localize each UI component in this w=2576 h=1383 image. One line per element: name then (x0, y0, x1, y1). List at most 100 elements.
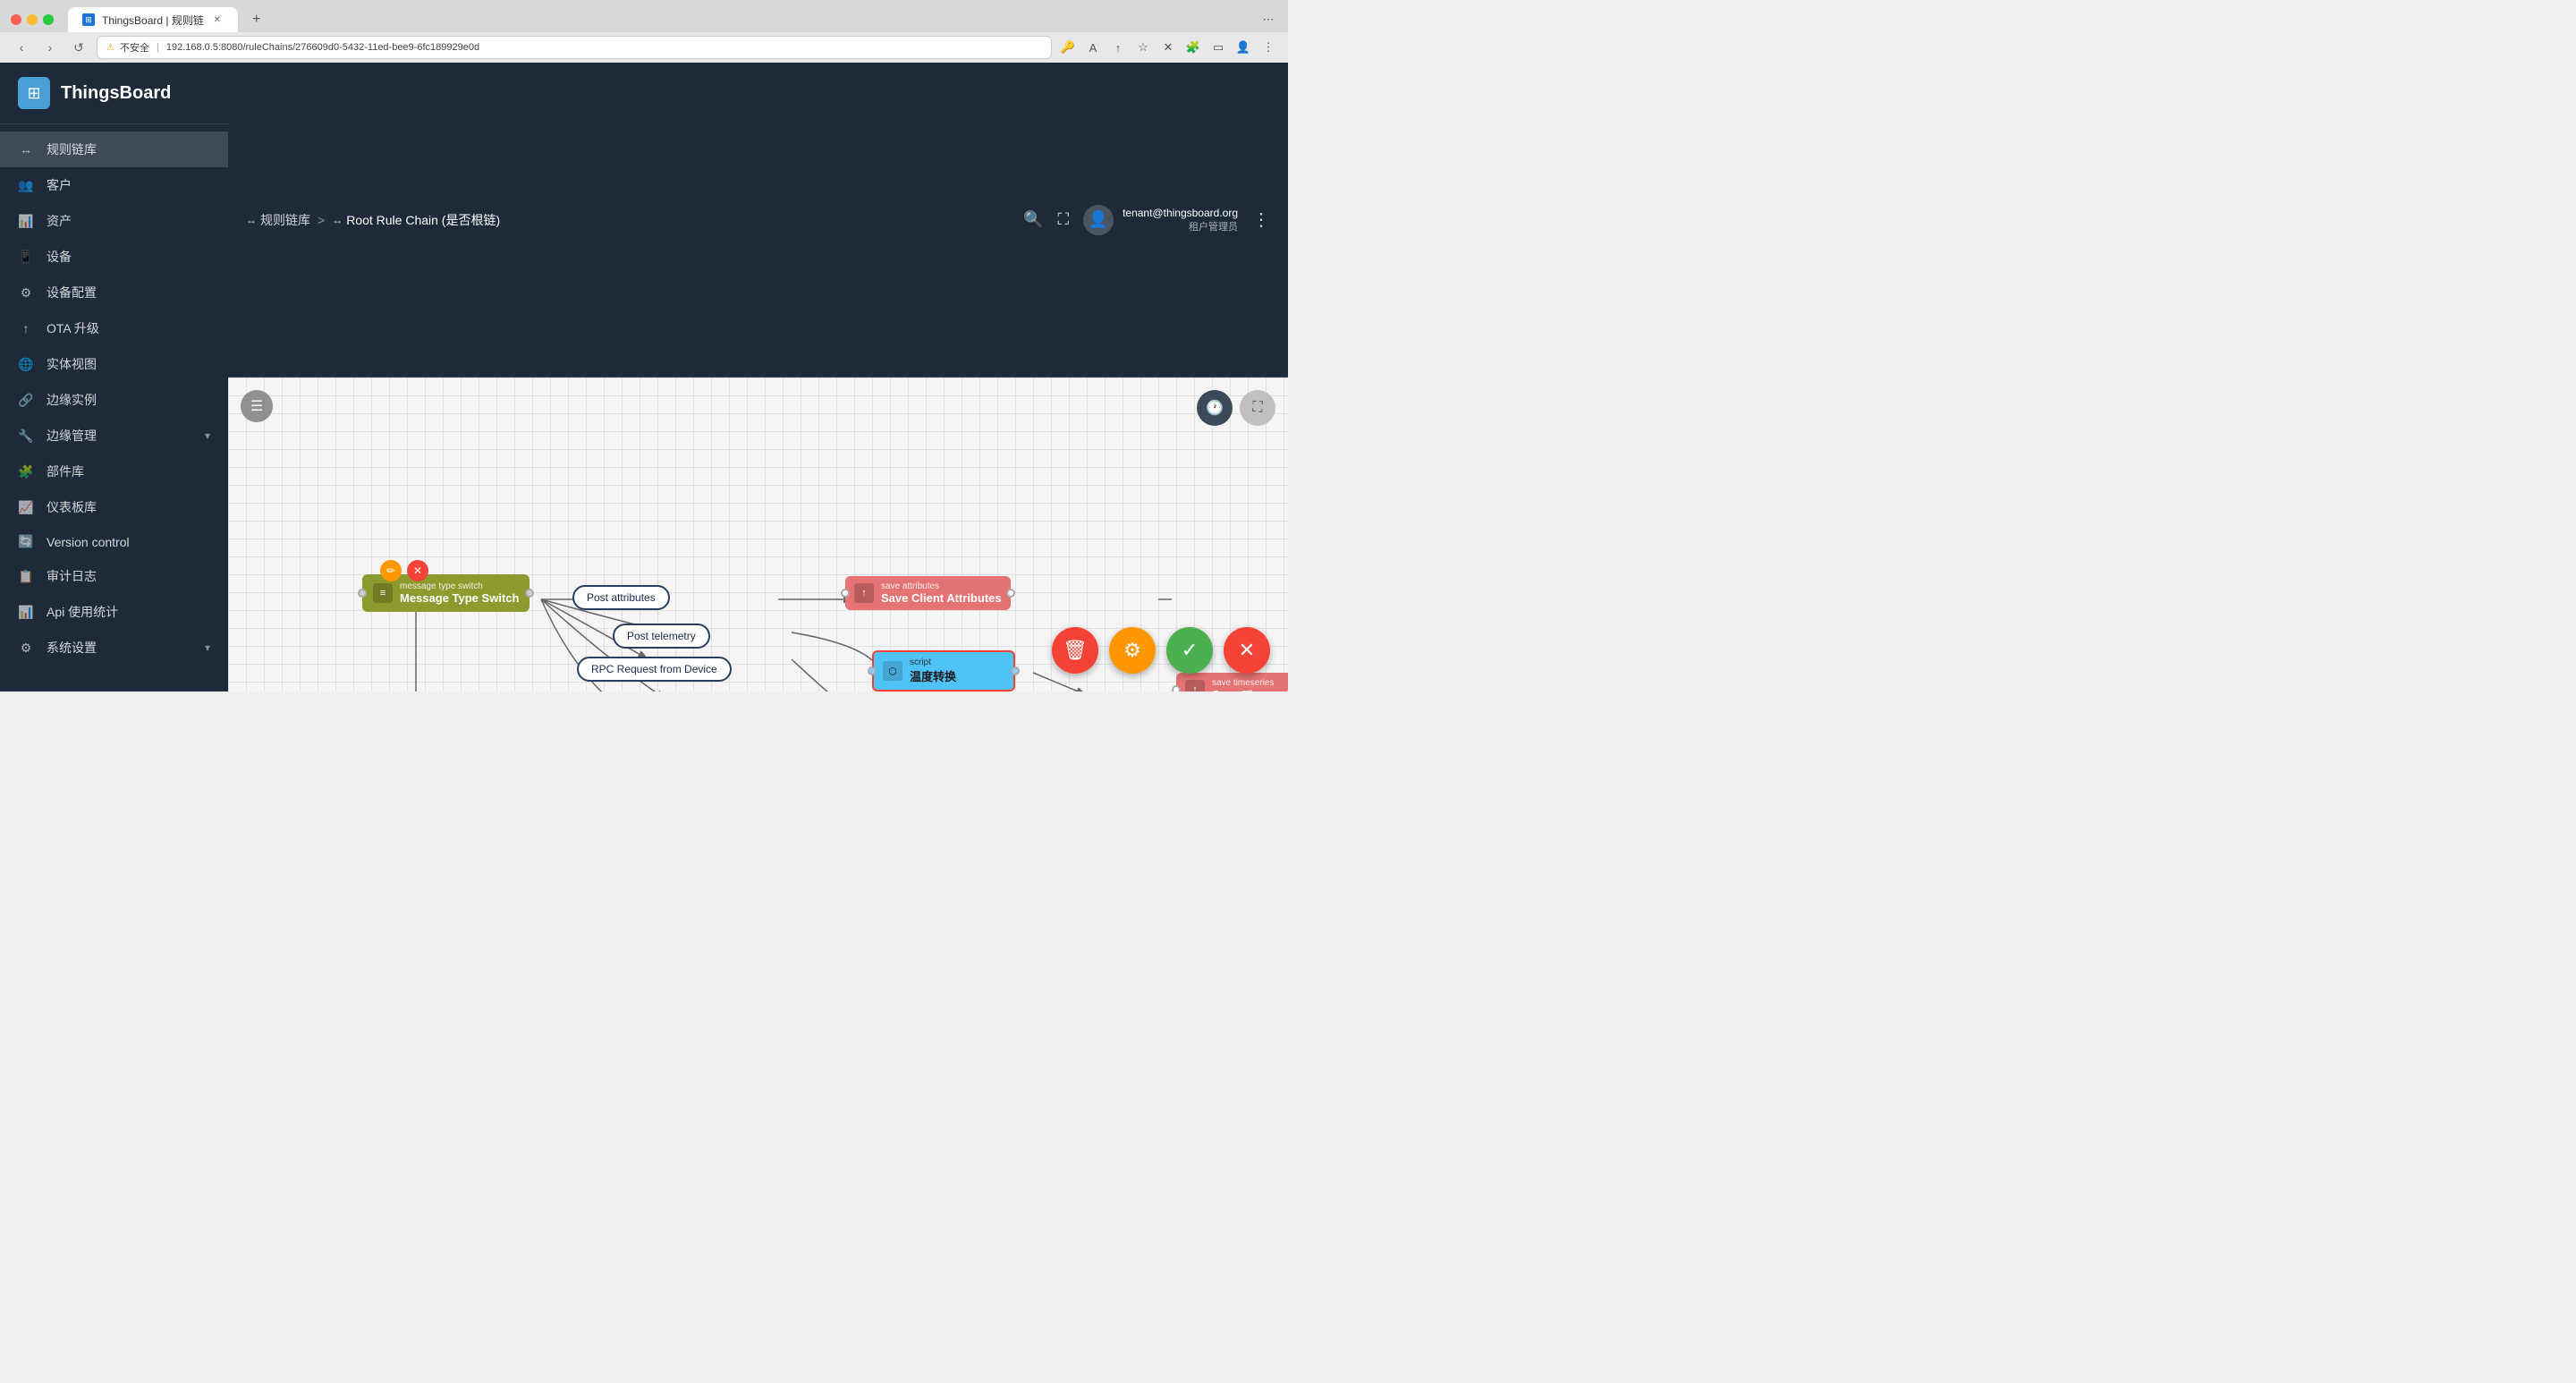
user-details: tenant@thingsboard.org 租户管理员 (1123, 207, 1238, 233)
browser-tab[interactable]: ⊞ ThingsBoard | 规则链 ✕ (68, 7, 238, 32)
back-button[interactable]: ‹ (11, 37, 32, 58)
breadcrumb-rule-chains[interactable]: ↔ 规则链库 (246, 211, 310, 229)
sidebar-item-dashboards[interactable]: 📈 仪表板库 (0, 489, 228, 525)
sidebar-item-edge-instances[interactable]: 🔗 边缘实例 (0, 382, 228, 418)
user-role: 租户管理员 (1123, 219, 1238, 233)
save-attributes-node[interactable]: ↑ save attributes Save Client Attributes (845, 576, 1011, 610)
audit-log-icon: 📋 (18, 569, 34, 584)
sidebar-item-version-control[interactable]: 🔄 Version control (0, 525, 228, 558)
history-button[interactable]: 🕐 (1197, 390, 1233, 426)
switch-node-type: message type switch (400, 581, 519, 591)
fab-actions: 🗑 ⚙ ✓ ✕ (1052, 627, 1270, 674)
script-node-container[interactable]: ⬡ script 温度转换 (872, 650, 1015, 692)
sidebar-label-system-settings: 系统设置 (47, 639, 192, 657)
fab-confirm-button[interactable]: ✓ (1166, 627, 1213, 674)
canvas-controls: 🕐 ⛶ (1197, 390, 1275, 426)
sidebar-item-customers[interactable]: 👥 客户 (0, 167, 228, 203)
save-timeseries-action[interactable]: ↑ save timeseries Save Timeseries (1176, 673, 1288, 692)
forward-button[interactable]: › (39, 37, 61, 58)
tab-close-button[interactable]: ✕ (211, 13, 224, 26)
sidebar-label-entity-view: 实体视图 (47, 355, 210, 373)
save-timeseries-node[interactable]: ↑ save timeseries Save Timeseries (1176, 673, 1288, 692)
browser-minimize[interactable]: ⋯ (1259, 11, 1277, 29)
script-node[interactable]: ⬡ script 温度转换 (872, 650, 1015, 692)
sidebar-item-devices[interactable]: 📱 设备 (0, 239, 228, 275)
fab-settings-button[interactable]: ⚙ (1109, 627, 1156, 674)
new-tab-button[interactable]: + (245, 8, 268, 31)
sidebar-item-widgets[interactable]: 🧩 部件库 (0, 454, 228, 489)
key-icon[interactable]: 🔑 (1059, 38, 1077, 56)
sidebar-item-system-settings[interactable]: ⚙ 系统设置 ▾ (0, 630, 228, 666)
top-nav-actions: 🔍 ⛶ 👤 tenant@thingsboard.org 租户管理员 ⋮ (1023, 205, 1270, 235)
switch-node-text: message type switch Message Type Switch (400, 581, 519, 605)
switch-node-container[interactable]: ✏ ✕ ≡ message type switch Message Type S… (362, 574, 530, 612)
sidebar-item-entity-view[interactable]: 🌐 实体视图 (0, 346, 228, 382)
more-menu-button[interactable]: ⋮ (1252, 208, 1270, 231)
device-profiles-icon: ⚙ (18, 285, 34, 301)
fab-delete-button[interactable]: 🗑 (1052, 627, 1098, 674)
check-icon: ✓ (1182, 639, 1198, 662)
system-settings-icon: ⚙ (18, 641, 34, 656)
sidebar-label-ota: OTA 升级 (47, 319, 210, 337)
script-node-text: script 温度转换 (910, 658, 956, 684)
sidebar-item-api-usage[interactable]: 📊 Api 使用统计 (0, 594, 228, 630)
sidebar-item-device-profiles[interactable]: ⚙ 设备配置 (0, 275, 228, 310)
translate-icon[interactable]: A (1084, 38, 1102, 56)
sidebar-label-edge-management: 边缘管理 (47, 427, 192, 445)
profile-icon[interactable]: 👤 (1234, 38, 1252, 56)
rule-chains-icon: ↔ (18, 142, 34, 157)
history-icon: 🕐 (1206, 399, 1224, 417)
refresh-button[interactable]: ↺ (68, 37, 89, 58)
save-attributes-port-left (841, 589, 850, 598)
sidebar-item-rule-chains[interactable]: ↔ 规则链库 (0, 132, 228, 167)
more-options[interactable]: ⋮ (1259, 38, 1277, 56)
search-button[interactable]: 🔍 (1023, 210, 1043, 229)
rpc-from-device-label[interactable]: RPC Request from Device (577, 657, 732, 682)
sidebar-logo: ⊞ ThingsBoard (0, 63, 228, 124)
address-bar[interactable]: ⚠ 不安全 | 192.168.0.5:8080/ruleChains/2766… (97, 36, 1052, 59)
sidebar-item-audit-log[interactable]: 📋 审计日志 (0, 558, 228, 594)
traffic-light-red[interactable] (11, 14, 21, 25)
sidebar-item-ota[interactable]: ↑ OTA 升级 (0, 310, 228, 346)
breadcrumb-label-root-chain: Root Rule Chain (是否根链) (346, 211, 500, 229)
canvas-menu-toggle[interactable]: ☰ (241, 390, 273, 422)
logo-text: ThingsBoard (61, 83, 171, 104)
post-attributes-connector[interactable]: Post attributes (572, 585, 670, 610)
switch-node-name: Message Type Switch (400, 591, 519, 605)
tab-title: ThingsBoard | 规则链 (102, 13, 204, 28)
breadcrumb-root-chain[interactable]: ↔ Root Rule Chain (是否根链) (332, 211, 500, 229)
post-telemetry-label[interactable]: Post telemetry (613, 624, 710, 649)
save-attributes-action[interactable]: ↑ save attributes Save Client Attributes (845, 576, 1011, 610)
extension-icon[interactable]: 🧩 (1184, 38, 1202, 56)
fab-cancel-button[interactable]: ✕ (1224, 627, 1270, 674)
customers-icon: 👥 (18, 178, 34, 193)
traffic-light-green[interactable] (43, 14, 54, 25)
rpc-from-device-connector[interactable]: RPC Request from Device (577, 657, 732, 682)
post-attributes-label[interactable]: Post attributes (572, 585, 670, 610)
bookmark-icon[interactable]: ☆ (1134, 38, 1152, 56)
traffic-light-yellow[interactable] (27, 14, 38, 25)
share-icon[interactable]: ↑ (1109, 38, 1127, 56)
sidebar-nav: ↔ 规则链库 👥 客户 📊 资产 📱 设备 ⚙ 设备配置 ↑ OTA 升级 (0, 124, 228, 692)
switch-delete-button[interactable]: ✕ (407, 560, 428, 581)
breadcrumb-separator: > (318, 213, 325, 227)
edge-instances-icon: 🔗 (18, 393, 34, 408)
sidebar-item-edge-management[interactable]: 🔧 边缘管理 ▾ (0, 418, 228, 454)
switch-node-icon: ≡ (373, 583, 393, 603)
save-timeseries-port-left (1172, 685, 1181, 692)
script-node-name: 温度转换 (910, 667, 956, 684)
cancel-icon: ✕ (1239, 639, 1255, 662)
sidebar-toggle[interactable]: ▭ (1209, 38, 1227, 56)
switch-edit-button[interactable]: ✏ (380, 560, 402, 581)
sidebar-label-rule-chains: 规则链库 (47, 140, 210, 158)
trash-icon: 🗑 (1063, 639, 1088, 662)
fullscreen-button[interactable]: ⛶ (1057, 210, 1069, 229)
top-nav: ↔ 规则链库 > ↔ Root Rule Chain (是否根链) 🔍 ⛶ 👤 … (228, 63, 1288, 378)
post-telemetry-connector[interactable]: Post telemetry (613, 624, 710, 649)
user-avatar[interactable]: 👤 (1083, 205, 1114, 235)
expand-button[interactable]: ⛶ (1240, 390, 1275, 426)
rule-chain-canvas[interactable]: ☰ 🕐 ⛶ Failure / Success (228, 378, 1288, 692)
sidebar-label-assets: 资产 (47, 212, 210, 230)
close-icon[interactable]: ✕ (1159, 38, 1177, 56)
sidebar-item-assets[interactable]: 📊 资产 (0, 203, 228, 239)
